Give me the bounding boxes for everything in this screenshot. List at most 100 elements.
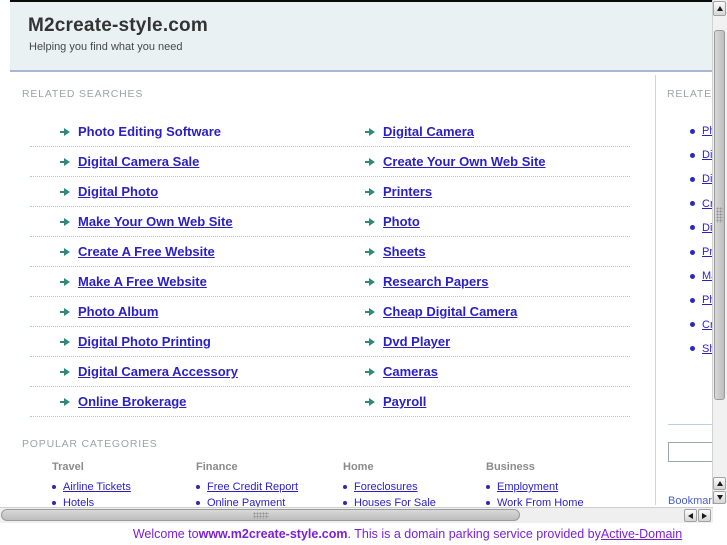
arrow-bullet-icon xyxy=(365,307,375,316)
related-row: Digital Photo Printers xyxy=(30,177,630,207)
category-link-row: Free Credit Report xyxy=(196,479,336,495)
footer-domain: www.m2create-style.com xyxy=(198,526,348,541)
bullet-icon xyxy=(343,485,347,489)
related-link[interactable]: Cameras xyxy=(383,364,438,379)
related-link[interactable]: Dvd Player xyxy=(383,334,450,349)
category-link[interactable]: Free Credit Report xyxy=(207,481,298,493)
scroll-up-icon[interactable] xyxy=(713,477,726,490)
related-link[interactable]: Research Papers xyxy=(383,274,489,289)
related-link[interactable]: Create Your Own Web Site xyxy=(383,154,546,169)
active-domain-link[interactable]: Active-Domain xyxy=(601,527,682,541)
horizontal-scrollbar[interactable] xyxy=(0,507,713,523)
footer-middle: . This is a domain parking service provi… xyxy=(347,526,601,541)
arrow-bullet-icon xyxy=(60,277,70,286)
footer-prefix: Welcome to xyxy=(132,526,199,541)
bullet-icon xyxy=(196,485,200,489)
bullet-icon xyxy=(690,249,695,255)
bullet-icon xyxy=(690,152,695,158)
arrow-bullet-icon xyxy=(365,247,375,256)
vertical-scrollbar-thumb[interactable] xyxy=(714,30,725,400)
category-link[interactable]: Foreclosures xyxy=(354,481,418,493)
arrow-bullet-icon xyxy=(60,397,70,406)
related-link[interactable]: Digital Photo Printing xyxy=(78,334,211,349)
bullet-icon xyxy=(52,485,56,489)
related-link[interactable]: Sheets xyxy=(383,244,426,259)
category-link[interactable]: Airline Tickets xyxy=(63,481,131,493)
site-header: M2create-style.com Helping you find what… xyxy=(10,0,717,72)
arrow-bullet-icon xyxy=(60,307,70,316)
bullet-icon xyxy=(52,501,56,505)
arrow-bullet-icon xyxy=(60,367,70,376)
category-column-home: Home Foreclosures Houses For Sale xyxy=(343,461,483,511)
related-link[interactable]: Digital Camera xyxy=(383,124,474,139)
related-link[interactable]: Online Brokerage xyxy=(78,394,186,409)
bullet-icon xyxy=(486,501,490,505)
bullet-icon xyxy=(196,501,200,505)
popular-categories-label: POPULAR CATEGORIES xyxy=(22,438,158,450)
arrow-bullet-icon xyxy=(365,277,375,286)
arrow-bullet-icon xyxy=(365,337,375,346)
related-link[interactable]: Digital Photo xyxy=(78,184,158,199)
related-link[interactable]: Photo xyxy=(383,214,420,229)
scroll-left-icon[interactable] xyxy=(684,509,697,522)
related-searches-label: RELATED SEARCHES xyxy=(22,88,144,100)
sidebar-divider xyxy=(655,75,656,505)
arrow-bullet-icon xyxy=(365,217,375,226)
category-link[interactable]: Employment xyxy=(497,481,558,493)
bullet-icon xyxy=(690,273,695,279)
related-link[interactable]: Make A Free Website xyxy=(78,274,207,289)
page: M2create-style.com Helping you find what… xyxy=(0,0,727,545)
arrow-bullet-icon xyxy=(60,337,70,346)
related-row: Digital Photo Printing Dvd Player xyxy=(30,327,630,357)
related-link[interactable]: Make Your Own Web Site xyxy=(78,214,233,229)
horizontal-scrollbar-thumb[interactable] xyxy=(1,509,520,521)
page-title: M2create-style.com xyxy=(28,15,208,36)
bullet-icon xyxy=(690,322,695,328)
category-link-row: Foreclosures xyxy=(343,479,483,495)
related-searches-list: Photo Editing Software Digital Camera Di… xyxy=(30,117,630,417)
related-row: Make A Free Website Research Papers xyxy=(30,267,630,297)
related-row: Digital Camera Accessory Cameras xyxy=(30,357,630,387)
related-link[interactable]: Digital Camera Sale xyxy=(78,154,199,169)
related-row: Make Your Own Web Site Photo xyxy=(30,207,630,237)
scroll-down-icon[interactable] xyxy=(713,491,726,504)
arrow-bullet-icon xyxy=(365,127,375,136)
category-column-business: Business Employment Work From Home xyxy=(486,461,626,511)
arrow-bullet-icon xyxy=(365,397,375,406)
thumb-grip xyxy=(252,511,269,519)
bullet-icon xyxy=(690,201,695,207)
arrow-bullet-icon xyxy=(60,187,70,196)
category-title: Travel xyxy=(52,461,84,473)
bullet-icon xyxy=(690,128,695,134)
related-link[interactable]: Photo Album xyxy=(78,304,158,319)
related-link[interactable]: Photo Editing Software xyxy=(78,124,221,139)
category-title: Home xyxy=(343,461,374,473)
related-link[interactable]: Printers xyxy=(383,184,432,199)
scroll-up-icon[interactable] xyxy=(713,1,726,16)
related-row: Photo Editing Software Digital Camera xyxy=(30,117,630,147)
bullet-icon xyxy=(486,485,490,489)
bullet-icon xyxy=(690,225,695,231)
category-link-row: Employment xyxy=(486,479,626,495)
arrow-bullet-icon xyxy=(365,187,375,196)
related-row: Online Brokerage Payroll xyxy=(30,387,630,417)
related-link[interactable]: Create A Free Website xyxy=(78,244,215,259)
category-column-travel: Travel Airline Tickets Hotels xyxy=(52,461,192,511)
arrow-bullet-icon xyxy=(365,367,375,376)
arrow-bullet-icon xyxy=(60,157,70,166)
parking-notice: Welcome to www.m2create-style.com. This … xyxy=(0,522,727,545)
scroll-right-icon[interactable] xyxy=(698,509,711,522)
tagline: Helping you find what you need xyxy=(29,41,183,53)
bullet-icon xyxy=(690,346,695,352)
vertical-scrollbar[interactable] xyxy=(712,0,727,504)
bookmark-link[interactable]: Bookmark xyxy=(668,495,718,507)
related-link[interactable]: Payroll xyxy=(383,394,426,409)
related-row: Create A Free Website Sheets xyxy=(30,237,630,267)
related-link[interactable]: Digital Camera Accessory xyxy=(78,364,238,379)
related-row: Digital Camera Sale Create Your Own Web … xyxy=(30,147,630,177)
arrow-bullet-icon xyxy=(365,157,375,166)
related-link[interactable]: Cheap Digital Camera xyxy=(383,304,517,319)
arrow-bullet-icon xyxy=(60,217,70,226)
related-row: Photo Album Cheap Digital Camera xyxy=(30,297,630,327)
arrow-bullet-icon xyxy=(60,127,70,136)
